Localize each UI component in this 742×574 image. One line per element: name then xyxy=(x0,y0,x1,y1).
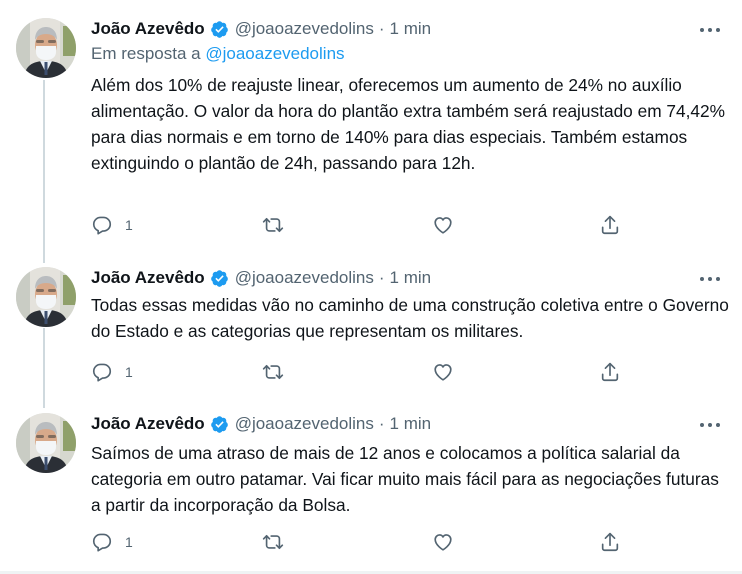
separator: · xyxy=(378,414,385,433)
author-name[interactable]: João Azevêdo xyxy=(91,414,205,434)
author-handle[interactable]: @joaoazevedolins xyxy=(235,268,374,288)
avatar-photo xyxy=(16,267,76,327)
reply-handle-link[interactable]: @joaoazevedolins xyxy=(205,44,344,63)
heart-icon xyxy=(432,361,454,383)
avatar-photo xyxy=(16,18,76,78)
reply-icon xyxy=(91,531,113,553)
timestamp[interactable]: 1 min xyxy=(390,19,432,39)
tweet-text: Além dos 10% de reajuste linear, oferece… xyxy=(91,75,726,173)
retweet-button[interactable] xyxy=(262,214,284,236)
share-button[interactable] xyxy=(599,531,621,553)
more-dots-icon[interactable] xyxy=(700,417,720,433)
tweet-header: João Azevêdo @joaoazevedolins · 1 min xyxy=(91,18,431,40)
heart-icon xyxy=(432,531,454,553)
reply-count: 1 xyxy=(125,364,133,380)
reply-button[interactable]: 1 xyxy=(91,214,133,236)
reply-prefix: Em resposta a xyxy=(91,44,201,63)
reply-count: 1 xyxy=(125,534,133,550)
share-button[interactable] xyxy=(599,361,621,383)
separator: · xyxy=(378,268,385,287)
tweet-actions: 1 xyxy=(91,214,631,238)
retweet-icon xyxy=(262,214,284,236)
tweet[interactable]: João Azevêdo @joaoazevedolins · 1 min Sa… xyxy=(0,413,742,563)
author-handle[interactable]: @joaoazevedolins xyxy=(235,414,374,434)
share-icon xyxy=(599,214,621,236)
retweet-icon xyxy=(262,361,284,383)
timestamp[interactable]: 1 min xyxy=(390,268,432,288)
author-name[interactable]: João Azevêdo xyxy=(91,19,205,39)
separator: · xyxy=(378,19,385,38)
timestamp[interactable]: 1 min xyxy=(390,414,432,434)
tweet[interactable]: João Azevêdo @joaoazevedolins · 1 min To… xyxy=(0,267,742,392)
more-dots-icon[interactable] xyxy=(700,22,720,38)
like-button[interactable] xyxy=(432,531,454,553)
tweet[interactable]: João Azevêdo @joaoazevedolins · 1 min Em… xyxy=(0,18,742,248)
retweet-button[interactable] xyxy=(262,361,284,383)
author-name[interactable]: João Azevêdo xyxy=(91,268,205,288)
like-button[interactable] xyxy=(432,214,454,236)
reply-icon xyxy=(91,361,113,383)
like-button[interactable] xyxy=(432,361,454,383)
reply-icon xyxy=(91,214,113,236)
avatar[interactable] xyxy=(16,18,76,78)
tweet-actions: 1 xyxy=(91,531,631,555)
tweet-actions: 1 xyxy=(91,361,631,385)
verified-badge-icon xyxy=(210,269,229,288)
reply-button[interactable]: 1 xyxy=(91,531,133,553)
avatar[interactable] xyxy=(16,413,76,473)
tweet-header: João Azevêdo @joaoazevedolins · 1 min xyxy=(91,267,431,289)
tweet-text: Saímos de uma atraso de mais de 12 anos … xyxy=(91,443,719,515)
tweet-text: Todas essas medidas vão no caminho de um… xyxy=(91,295,729,341)
heart-icon xyxy=(432,214,454,236)
verified-badge-icon xyxy=(210,415,229,434)
verified-badge-icon xyxy=(210,20,229,39)
author-handle[interactable]: @joaoazevedolins xyxy=(235,19,374,39)
tweet-header: João Azevêdo @joaoazevedolins · 1 min xyxy=(91,413,431,435)
avatar-photo xyxy=(16,413,76,473)
reply-context: Em resposta a @joaoazevedolins xyxy=(91,44,345,64)
share-button[interactable] xyxy=(599,214,621,236)
share-icon xyxy=(599,361,621,383)
retweet-button[interactable] xyxy=(262,531,284,553)
share-icon xyxy=(599,531,621,553)
retweet-icon xyxy=(262,531,284,553)
reply-count: 1 xyxy=(125,217,133,233)
avatar[interactable] xyxy=(16,267,76,327)
more-dots-icon[interactable] xyxy=(700,271,720,287)
reply-button[interactable]: 1 xyxy=(91,361,133,383)
